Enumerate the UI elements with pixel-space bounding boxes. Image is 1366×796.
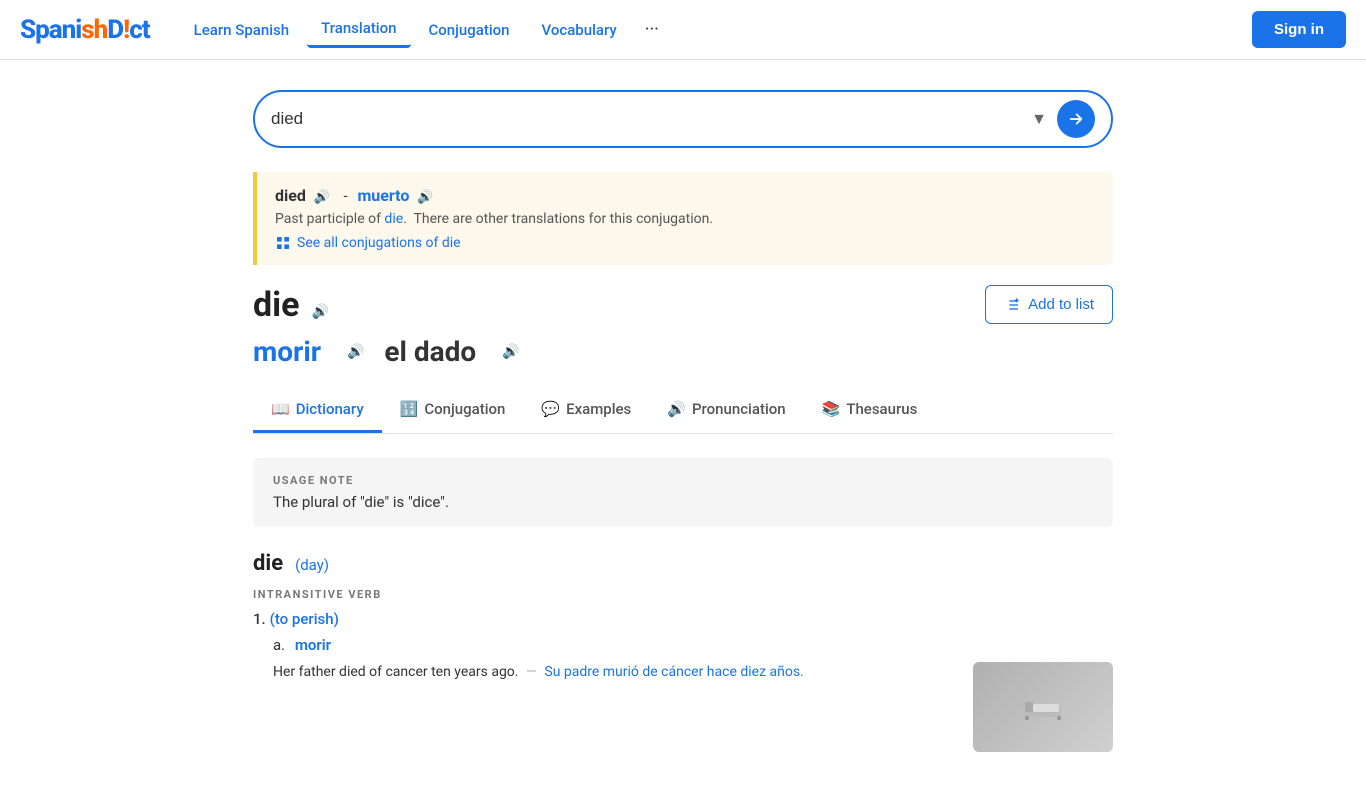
examples-tab-icon: 💬	[541, 400, 560, 418]
tab-dictionary[interactable]: 📖 Dictionary	[253, 388, 382, 433]
entry-word-header: die (day)	[253, 551, 1113, 576]
add-list-icon	[1004, 297, 1020, 313]
dictionary-tab-icon: 📖	[271, 400, 290, 418]
banner-sound-es[interactable]: 🔊	[417, 190, 433, 205]
search-button[interactable]	[1057, 100, 1095, 138]
word-header: die 🔊 Add to list	[253, 285, 1113, 325]
sub-sense-a: a. morir Her father died of cancer ten y…	[273, 636, 1113, 752]
usage-note-title: USAGE NOTE	[273, 474, 1093, 487]
content-tabs: 📖 Dictionary 🔢 Conjugation 💬 Examples 🔊 …	[253, 388, 1113, 434]
example-image	[973, 662, 1113, 752]
tab-conjugation[interactable]: 🔢 Conjugation	[382, 388, 524, 433]
banner-description: Past participle of die. There are other …	[275, 211, 1095, 227]
conjugations-icon	[275, 235, 291, 251]
example-text: Her father died of cancer ten years ago.…	[273, 662, 953, 683]
tab-thesaurus[interactable]: 📚 Thesaurus	[804, 388, 936, 433]
nav-translation[interactable]: Translation	[307, 11, 410, 48]
site-logo[interactable]: SpanishD!ct	[20, 15, 150, 45]
entry-phonetic: (day)	[295, 556, 329, 574]
thesaurus-tab-icon: 📚	[822, 400, 841, 418]
dictionary-entry: die (day) INTRANSITIVE VERB 1. (to peris…	[253, 551, 1113, 752]
usage-note: USAGE NOTE The plural of "die" is "dice"…	[253, 458, 1113, 527]
add-to-list-button[interactable]: Add to list	[985, 285, 1113, 324]
search-container: ▼	[253, 90, 1113, 148]
nav-more-icon[interactable]: ···	[635, 11, 669, 48]
pronunciation-tab-icon: 🔊	[667, 400, 686, 418]
nav-conjugation[interactable]: Conjugation	[415, 13, 524, 47]
word-title-group: die 🔊	[253, 285, 329, 325]
conjugation-banner: died 🔊 - muerto 🔊 Past participle of die…	[253, 172, 1113, 265]
pos-label: INTRANSITIVE VERB	[253, 588, 1113, 601]
nav-vocabulary[interactable]: Vocabulary	[528, 13, 631, 47]
banner-word-es: muerto	[357, 186, 409, 205]
see-all-conjugations[interactable]: See all conjugations of die	[275, 235, 1095, 251]
arrow-right-icon	[1067, 110, 1085, 128]
bed-icon	[1023, 687, 1063, 727]
sense-gloss: (to perish)	[270, 610, 339, 628]
main-nav: Learn Spanish Translation Conjugation Vo…	[180, 11, 1252, 48]
translation-primary-sound[interactable]: 🔊	[347, 344, 364, 360]
sub-word[interactable]: morir	[295, 636, 331, 654]
tab-pronunciation[interactable]: 🔊 Pronunciation	[649, 388, 803, 433]
banner-sound-en[interactable]: 🔊	[314, 190, 330, 205]
search-input[interactable]	[271, 109, 1031, 129]
example-row: Her father died of cancer ten years ago.…	[273, 662, 1113, 752]
translation-secondary: el dado	[384, 335, 476, 368]
sense-1: 1. (to perish) a. morir Her father died …	[253, 609, 1113, 752]
word-sound-icon[interactable]: 🔊	[311, 304, 328, 320]
conjugation-tab-icon: 🔢	[400, 400, 419, 418]
banner-word-en: died	[275, 186, 306, 205]
translation-primary: morir	[253, 335, 321, 368]
main-content: ▼ died 🔊 - muerto 🔊 Past participle of d…	[233, 60, 1133, 796]
sense-number: 1.	[253, 610, 266, 628]
search-dropdown-icon[interactable]: ▼	[1031, 109, 1047, 129]
translations: morir 🔊 el dado 🔊	[253, 335, 1113, 368]
logo-text: Spani	[20, 15, 81, 45]
tab-examples[interactable]: 💬 Examples	[523, 388, 649, 433]
nav-learn-spanish[interactable]: Learn Spanish	[180, 13, 303, 47]
site-header: SpanishD!ct Learn Spanish Translation Co…	[0, 0, 1366, 60]
usage-note-text: The plural of "die" is "dice".	[273, 493, 1093, 511]
translation-secondary-sound[interactable]: 🔊	[502, 344, 519, 360]
word-title: die	[253, 285, 300, 325]
entry-word: die	[253, 551, 283, 576]
die-link[interactable]: die	[384, 211, 403, 227]
sign-in-button[interactable]: Sign in	[1252, 11, 1346, 48]
